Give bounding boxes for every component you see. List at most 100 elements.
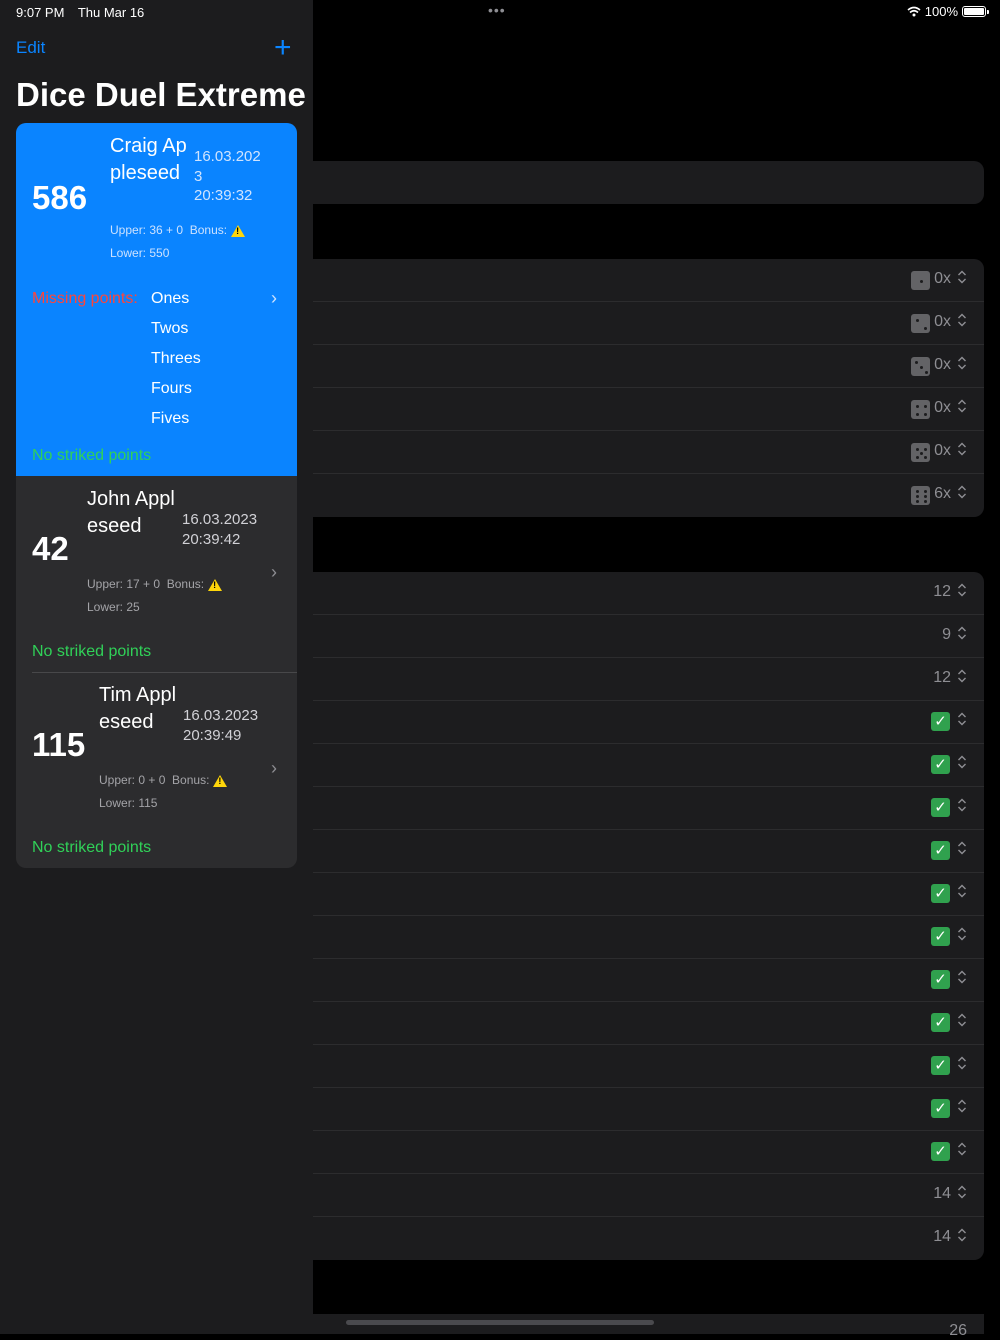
lower-row[interactable]: ✓ [313,701,984,744]
lower-value: 14 [933,1185,951,1202]
stepper-icon[interactable] [956,399,968,414]
lower-value: 12 [933,669,951,686]
upper-points: Upper: 17 + 0 Bonus: [87,577,223,591]
page-title: Dice Duel Extreme [16,76,306,113]
lower-row[interactable]: 12 [313,572,984,615]
add-game-button[interactable]: + [274,33,292,63]
stepper-icon[interactable] [956,1056,968,1071]
stepper-icon[interactable] [956,841,968,856]
game-score: 115 [32,726,86,763]
game-card-john[interactable]: 42 John Appleseed 16.03.2023 20:39:42 Upp… [16,477,297,672]
warning-icon [208,578,223,591]
stepper-icon[interactable] [956,583,968,598]
stepper-icon[interactable] [956,270,968,285]
chevron-right-icon: › [271,758,277,778]
missing-item: Fives [151,410,190,427]
lower-row[interactable]: ✓ [313,873,984,916]
stepper-icon[interactable] [956,1099,968,1114]
game-date: 16.03.2023 20:39:32 [194,148,261,204]
lower-points: Lower: 115 [99,796,158,810]
status-date: Thu Mar 16 [77,5,145,20]
chevron-right-icon: › [271,288,277,308]
stepper-icon[interactable] [956,356,968,371]
upper-points: Upper: 36 + 0 Bonus: [110,223,246,237]
home-indicator[interactable] [346,1320,654,1325]
upper-row[interactable]: 6x [313,474,984,517]
die-face-icon [911,486,930,505]
status-bar-left-overlay: 9:07 PM Thu Mar 16 [16,5,154,20]
edit-button[interactable]: Edit [16,38,45,58]
game-card-tim[interactable]: 115 Tim Appleseed 16.03.2023 20:39:49 Upp… [16,673,297,868]
lower-value: 9 [942,626,951,643]
upper-count: 0x [934,356,951,373]
die-face-icon [911,314,930,333]
striked-points: No striked points [32,447,152,464]
lower-row[interactable]: ✓ [313,959,984,1002]
checkmark-icon: ✓ [931,755,950,774]
warning-icon [213,774,228,787]
game-date: 16.03.2023 20:39:49 [183,707,259,744]
upper-count: 0x [934,313,951,330]
stepper-icon[interactable] [956,970,968,985]
battery-icon [962,6,989,17]
lower-row[interactable]: ✓ [313,1045,984,1088]
game-card-craig[interactable]: 586 Craig Appleseed 16.03.2023 20:39:32 U… [16,123,297,476]
upper-count: 0x [934,442,951,459]
checkmark-icon: ✓ [931,1099,950,1118]
missing-item: Fours [151,380,192,397]
lower-row[interactable]: ✓ [313,830,984,873]
lower-points: Lower: 25 [87,600,140,614]
upper-points: Upper: 0 + 0 Bonus: [99,773,228,787]
stepper-icon[interactable] [956,485,968,500]
checkmark-icon: ✓ [931,1142,950,1161]
checkmark-icon: ✓ [931,798,950,817]
upper-row[interactable]: 0x [313,431,984,474]
lower-row[interactable]: ✓ [313,916,984,959]
lower-value: 12 [933,583,951,600]
lower-row[interactable]: ✓ [313,1088,984,1131]
stepper-icon[interactable] [956,1185,968,1200]
missing-item: Ones [151,290,190,307]
lower-value: 14 [933,1228,951,1245]
player-name: John Appleseed [87,488,175,537]
upper-row[interactable]: 0x [313,345,984,388]
upper-row[interactable]: 0x [313,259,984,302]
striked-points: No striked points [32,839,152,856]
lower-row[interactable]: ✓ [313,1131,984,1174]
die-face-icon [911,271,930,290]
lower-row[interactable]: 12 [313,658,984,701]
game-score: 586 [32,179,88,216]
lower-row[interactable]: 14 [313,1174,984,1217]
lower-row[interactable]: 9 [313,615,984,658]
upper-row[interactable]: 0x [313,388,984,431]
checkmark-icon: ✓ [931,1056,950,1075]
lower-row[interactable]: ✓ [313,1002,984,1045]
stepper-icon[interactable] [956,755,968,770]
player-name-field[interactable] [313,161,984,204]
lower-points: Lower: 550 [110,246,170,260]
stepper-icon[interactable] [956,626,968,641]
stepper-icon[interactable] [956,442,968,457]
stepper-icon[interactable] [956,927,968,942]
lower-row[interactable]: ✓ [313,744,984,787]
stepper-icon[interactable] [956,669,968,684]
stepper-icon[interactable] [956,1228,968,1243]
game-date: 16.03.2023 20:39:42 [182,511,258,548]
stepper-icon[interactable] [956,884,968,899]
missing-item: Threes [151,350,201,367]
stepper-icon[interactable] [956,712,968,727]
lower-row[interactable]: 14 [313,1217,984,1260]
lower-row[interactable]: ✓ [313,787,984,830]
stepper-icon[interactable] [956,1142,968,1157]
checkmark-icon: ✓ [931,884,950,903]
upper-count: 0x [934,399,951,416]
multitasking-dots[interactable]: ••• [488,2,506,18]
upper-row[interactable]: 0x [313,302,984,345]
stepper-icon[interactable] [956,313,968,328]
stepper-icon[interactable] [956,1013,968,1028]
chevron-right-icon: › [271,562,277,582]
warning-icon [231,224,246,237]
missing-points-label: Missing points: [32,290,138,307]
stepper-icon[interactable] [956,798,968,813]
die-face-icon [911,357,930,376]
